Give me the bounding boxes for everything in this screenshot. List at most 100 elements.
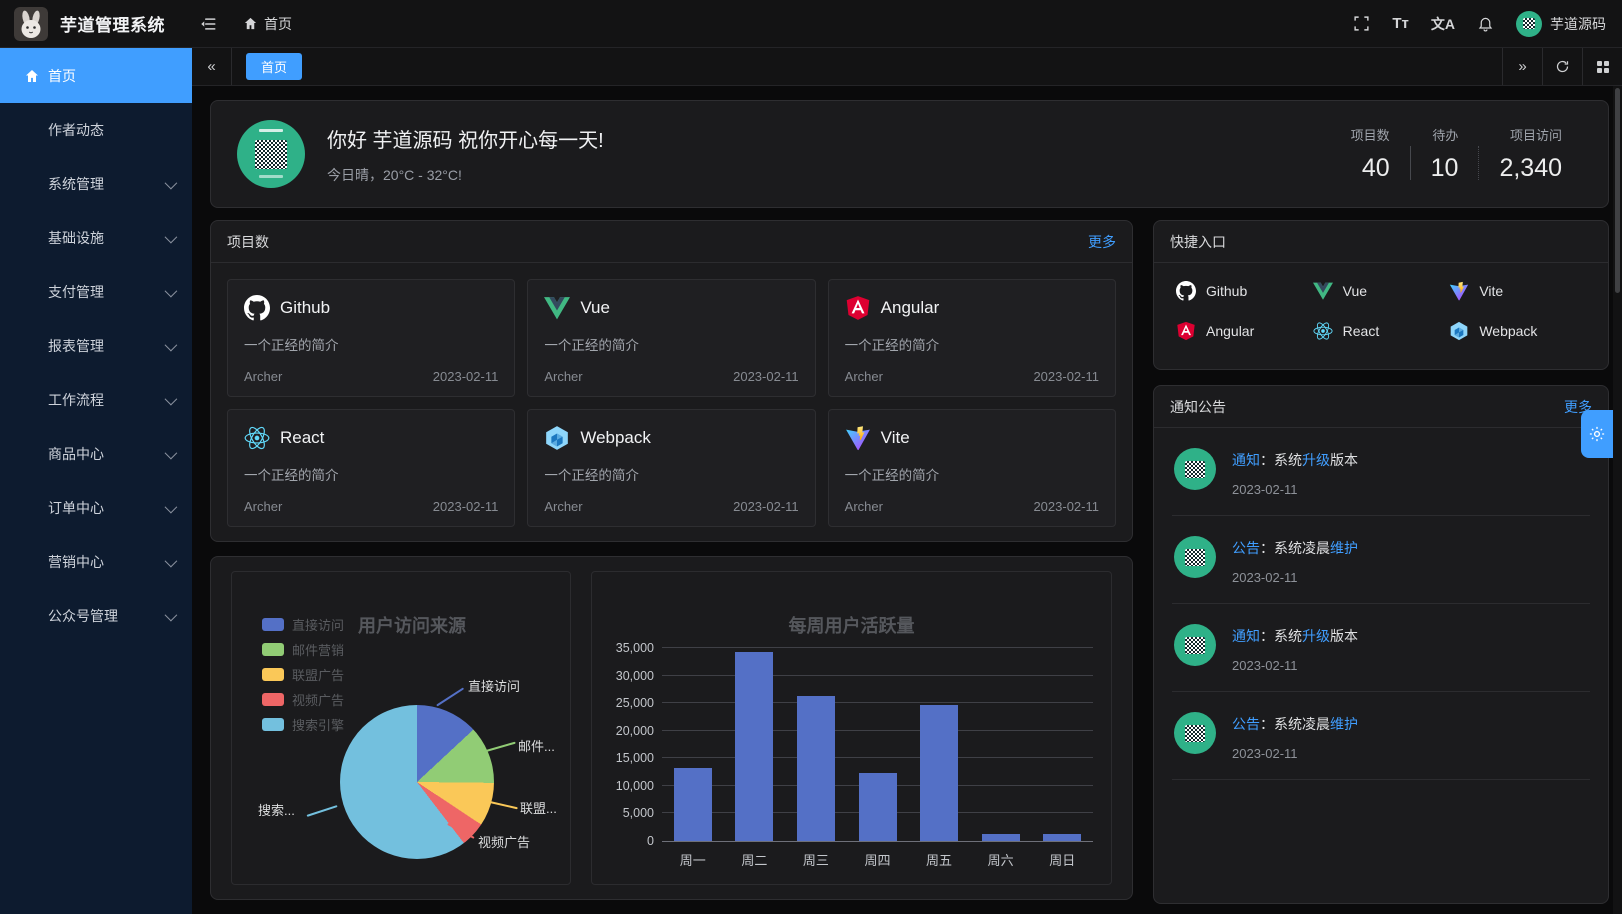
scrollbar[interactable] (1613, 86, 1622, 914)
project-date: 2023-02-11 (733, 499, 799, 514)
greeting-title: 你好 芋道源码 祝你开心每一天! (327, 124, 604, 153)
sidebar-item-label: 作者动态 (48, 120, 104, 140)
pie-slice-label: 联盟... (520, 798, 557, 817)
greeting-stats: 项目数 40 待办 10 项目访问 2,340 (1331, 125, 1582, 183)
sidebar-item[interactable]: 营销中心 (0, 535, 192, 589)
project-date: 2023-02-11 (1033, 369, 1099, 384)
sidebar-item[interactable]: 系统管理 (0, 157, 192, 211)
stat-value: 10 (1431, 154, 1459, 183)
project-card[interactable]: Vite 一个正经的简介 Archer 2023-02-11 (828, 409, 1116, 527)
notifications-button[interactable] (1477, 15, 1494, 32)
project-desc: 一个正经的简介 (544, 334, 798, 354)
scrollbar-thumb[interactable] (1615, 88, 1620, 293)
bar[interactable] (735, 652, 773, 841)
legend-item[interactable]: 搜索引擎 (262, 712, 344, 737)
bar[interactable] (797, 696, 835, 841)
tabs-scroll-right-button[interactable]: » (1502, 48, 1542, 85)
sidebar-item[interactable]: 作者动态 (0, 103, 192, 157)
sidebar-item-label: 基础设施 (48, 228, 104, 248)
shortcut-label: Github (1206, 283, 1247, 299)
fold-sidebar-button[interactable] (199, 15, 217, 33)
project-card[interactable]: Webpack 一个正经的简介 Archer 2023-02-11 (527, 409, 815, 527)
shortcut-item[interactable]: Webpack (1449, 321, 1586, 341)
notice-item[interactable]: 通知：系统升级版本 2023-02-11 (1172, 428, 1590, 516)
project-card[interactable]: Angular 一个正经的简介 Archer 2023-02-11 (828, 279, 1116, 397)
fullscreen-button[interactable] (1353, 15, 1370, 32)
pie-label-line (488, 801, 518, 809)
legend-item[interactable]: 视频广告 (262, 687, 344, 712)
project-date: 2023-02-11 (1033, 499, 1099, 514)
sidebar-item-label: 商品中心 (48, 444, 104, 464)
legend-item[interactable]: 直接访问 (262, 612, 344, 637)
chevron-down-icon (165, 284, 178, 297)
github-icon (244, 295, 270, 321)
tabs-scroll-left-button[interactable]: « (192, 48, 232, 85)
angular-icon (845, 295, 871, 321)
notice-title: 通知：系统升级版本 (1232, 450, 1358, 470)
sidebar-item[interactable]: 支付管理 (0, 265, 192, 319)
font-size-button[interactable]: Tт (1392, 15, 1409, 32)
sidebar-item[interactable]: 首页 (0, 48, 192, 103)
breadcrumb[interactable]: 首页 (243, 14, 292, 34)
bar[interactable] (920, 705, 958, 841)
sidebar-item[interactable]: 工作流程 (0, 373, 192, 427)
vite-icon (845, 425, 871, 451)
greeting-avatar (237, 120, 305, 188)
topbar: 芋道管理系统 首页 Tт 文A 芋道源码 (0, 0, 1622, 48)
project-card[interactable]: React 一个正经的简介 Archer 2023-02-11 (227, 409, 515, 527)
sidebar-item[interactable]: 报表管理 (0, 319, 192, 373)
chevron-down-icon (165, 500, 178, 513)
theme-settings-button[interactable] (1581, 410, 1613, 458)
shortcut-item[interactable]: React (1313, 321, 1450, 341)
pie-legend: 直接访问邮件营销联盟广告视频广告搜索引擎 (262, 612, 344, 737)
bell-icon (1477, 15, 1494, 32)
sidebar-item[interactable]: 订单中心 (0, 481, 192, 535)
projects-card: 项目数 更多 Github 一个正经的简介 (210, 220, 1133, 542)
notices-card: 通知公告 更多 通知：系统升级版本 2023-02-11 (1153, 385, 1609, 904)
project-date: 2023-02-11 (433, 499, 499, 514)
sidebar-item[interactable]: 商品中心 (0, 427, 192, 481)
locale-button[interactable]: 文A (1431, 14, 1455, 34)
project-card[interactable]: Vue 一个正经的简介 Archer 2023-02-11 (527, 279, 815, 397)
shortcut-item[interactable]: Vite (1449, 281, 1586, 301)
notice-item[interactable]: 公告：系统凌晨维护 2023-02-11 (1172, 516, 1590, 604)
legend-item[interactable]: 联盟广告 (262, 662, 344, 687)
chevron-down-icon (165, 338, 178, 351)
notice-item[interactable]: 通知：系统升级版本 2023-02-11 (1172, 604, 1590, 692)
shortcut-item[interactable]: Github (1176, 281, 1313, 301)
project-author: Archer (244, 499, 282, 514)
sidebar-item[interactable]: 公众号管理 (0, 589, 192, 643)
gridline (662, 702, 1093, 703)
greeting-card: 你好 芋道源码 祝你开心每一天! 今日晴，20°C - 32°C! 项目数 40… (210, 100, 1609, 208)
sidebar-item-label: 营销中心 (48, 552, 104, 572)
app-logo[interactable] (14, 7, 48, 41)
bar[interactable] (859, 773, 897, 841)
legend-label: 联盟广告 (292, 665, 344, 684)
bar-plot-area: 05,00010,00015,00020,00025,00030,00035,0… (662, 648, 1093, 842)
tabs-menu-button[interactable] (1582, 48, 1622, 85)
legend-item[interactable]: 邮件营销 (262, 637, 344, 662)
shortcut-label: Webpack (1479, 323, 1537, 339)
shortcut-label: React (1343, 323, 1380, 339)
x-axis-tick-label: 周一 (680, 850, 706, 869)
tab-home[interactable]: 首页 (246, 53, 302, 80)
user-menu[interactable]: 芋道源码 (1516, 11, 1606, 37)
shortcuts-grid: Github Vue Vite Angular (1154, 263, 1608, 359)
bar[interactable] (982, 834, 1020, 841)
sidebar-item[interactable]: 基础设施 (0, 211, 192, 265)
refresh-tab-button[interactable] (1542, 48, 1582, 85)
pie-label-line (436, 687, 464, 706)
shortcut-item[interactable]: Vue (1313, 281, 1450, 301)
rabbit-logo-icon (14, 7, 48, 41)
bar[interactable] (674, 768, 712, 841)
notice-item[interactable]: 公告：系统凌晨维护 2023-02-11 (1172, 692, 1590, 780)
y-axis-tick-label: 25,000 (616, 696, 654, 710)
bar[interactable] (1043, 834, 1081, 841)
project-card[interactable]: Github 一个正经的简介 Archer 2023-02-11 (227, 279, 515, 397)
shortcut-item[interactable]: Angular (1176, 321, 1313, 341)
sidebar-item-label: 报表管理 (48, 336, 104, 356)
project-desc: 一个正经的简介 (244, 334, 498, 354)
project-name: Github (280, 298, 330, 318)
legend-swatch (262, 668, 284, 681)
projects-more-link[interactable]: 更多 (1088, 232, 1116, 252)
